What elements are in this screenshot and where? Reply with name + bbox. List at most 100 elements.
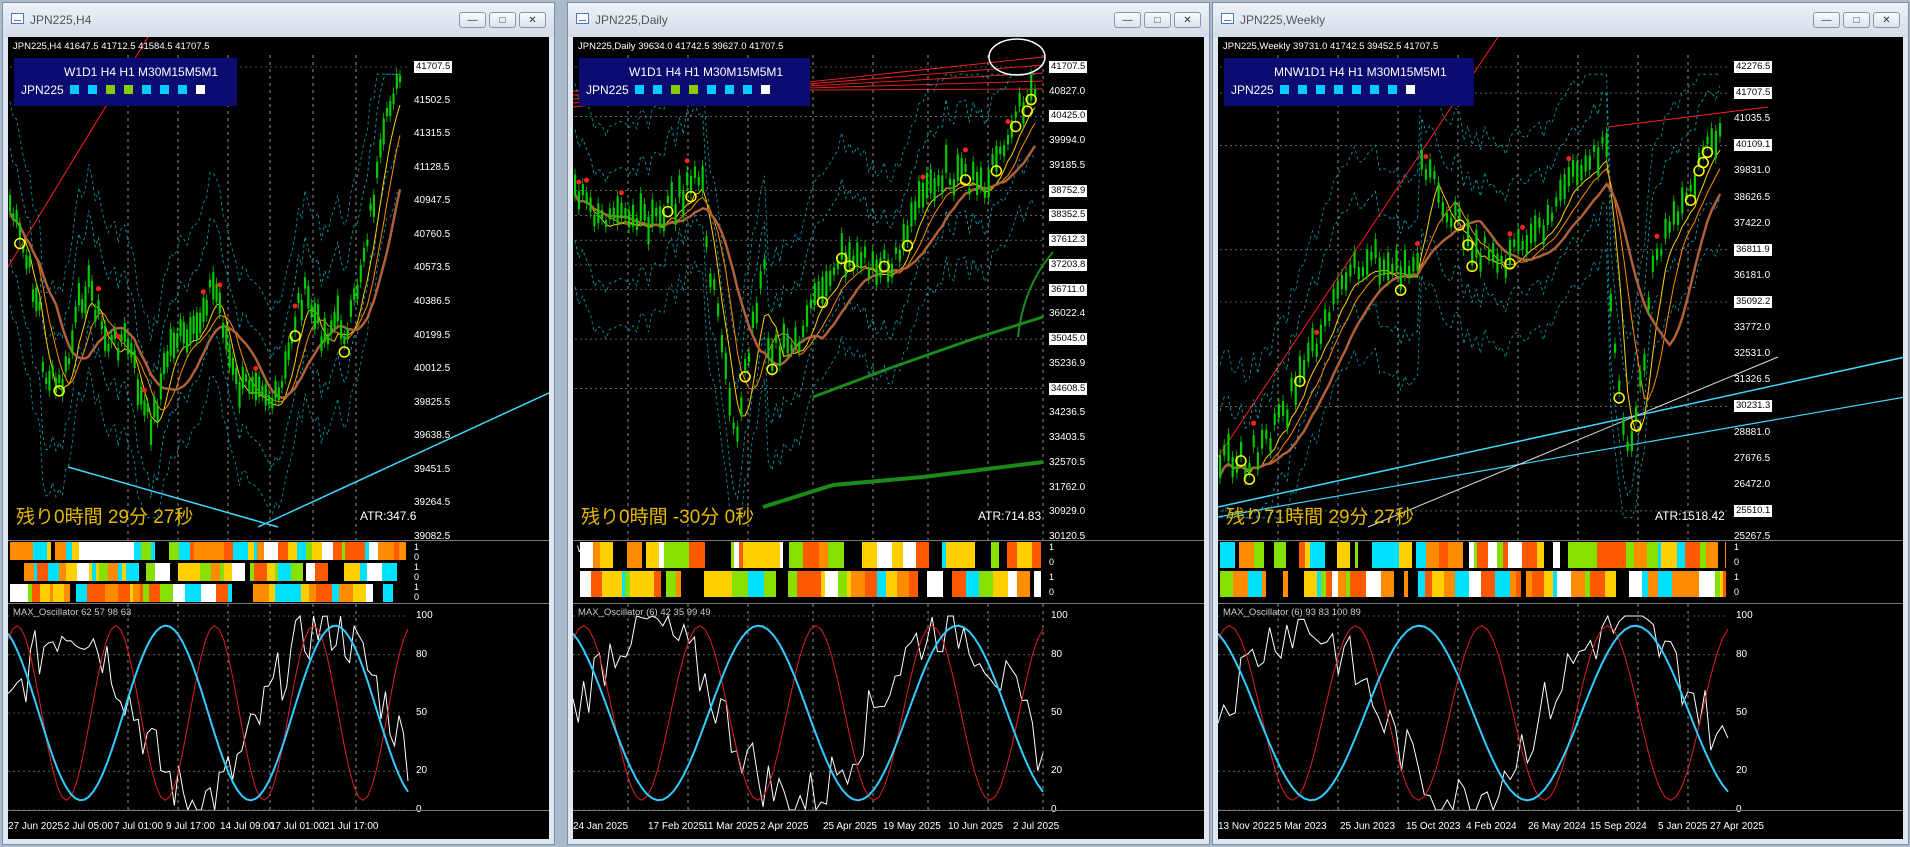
atr-value: ATR:714.83 <box>978 509 1042 523</box>
oscillator-chart[interactable] <box>573 604 1204 818</box>
strip-segment <box>731 542 734 568</box>
close-button[interactable]: ✕ <box>1174 12 1201 28</box>
strip-scale-label: 1 <box>1734 572 1740 582</box>
title-bar[interactable]: JPN225,Weekly — □ ✕ <box>1213 3 1908 37</box>
strip-segment <box>1495 571 1498 597</box>
maximize-button[interactable]: □ <box>1144 12 1171 28</box>
time-axis-label: 2 Jul 2025 <box>1013 821 1060 832</box>
strip-segment <box>264 542 278 560</box>
time-axis: 13 Nov 2022 5 Mar 2023 25 Jun 2023 15 Oct 2… <box>1218 810 1903 839</box>
time-axis-label: 27 Jun 2025 <box>8 821 64 832</box>
strip-segment <box>1706 542 1718 568</box>
time-axis-label: 27 Apr 2025 <box>1710 821 1764 832</box>
strip-segment <box>819 542 828 568</box>
timeframe-square <box>178 85 187 94</box>
strip-segment <box>105 584 118 602</box>
strip-segment <box>630 571 646 597</box>
oscillator-level-label: 20 <box>1736 765 1748 777</box>
price-axis-label: 41128.5 <box>414 161 450 173</box>
strip-segment <box>118 563 122 581</box>
strip-segment <box>269 584 275 602</box>
chart-area[interactable]: 41707.5 41502.5 41315.5 41128.5 40947.5 40760… <box>8 37 549 839</box>
strip-segment <box>1358 542 1372 568</box>
timeframe-square <box>160 85 169 94</box>
close-button[interactable]: ✕ <box>519 12 546 28</box>
strip-segment <box>716 542 731 568</box>
minimize-button[interactable]: — <box>459 12 486 28</box>
main-price-pane: 42276.5 41707.5 41035.5 40109.1 39831.0 38626… <box>1218 37 1903 542</box>
strip-segment <box>134 542 141 560</box>
strip-segment <box>89 563 92 581</box>
pivot-dot <box>1507 231 1513 237</box>
oscillator-chart[interactable] <box>8 604 549 818</box>
title-bar[interactable]: JPN225,H4 — □ ✕ <box>3 3 554 37</box>
strip-segment <box>328 563 344 581</box>
strip-segment <box>1605 571 1616 597</box>
price-axis-label: 34236.5 <box>1049 407 1086 419</box>
chart-window-weekly[interactable]: JPN225,Weekly — □ ✕ 42276.5 41707.5 41035.… <box>1212 2 1909 845</box>
close-button[interactable]: ✕ <box>1873 12 1900 28</box>
strip-scale-label: 0 <box>414 552 420 562</box>
price-chart[interactable] <box>1218 37 1903 540</box>
strip-segment <box>1444 571 1455 597</box>
chart-area[interactable]: 42276.5 41707.5 41035.5 40109.1 39831.0 38626… <box>1218 37 1903 839</box>
price-axis-label: 37203.8 <box>1049 258 1088 271</box>
strip-segment <box>979 571 993 597</box>
strip-segment <box>1521 571 1526 597</box>
strip-segment <box>248 542 254 560</box>
price-axis-label: 35045.0 <box>1049 333 1088 346</box>
oscillator-chart[interactable] <box>1218 604 1903 818</box>
chart-window-daily[interactable]: JPN225,Daily — □ ✕ 41707.5 40827.0 40425.0… <box>567 2 1210 845</box>
strip-segment <box>1642 571 1648 597</box>
panel-timeframes: W1D1 H4 H1 M30M15M5M1 <box>64 65 219 79</box>
strip-segment <box>366 584 373 602</box>
maximize-button[interactable]: □ <box>1843 12 1870 28</box>
strip-segment <box>303 563 306 581</box>
strip-segment <box>720 571 732 597</box>
price-axis-label: 40827.0 <box>1049 85 1086 97</box>
price-axis-label: 37612.3 <box>1049 234 1088 247</box>
strip-segment <box>1488 542 1497 568</box>
oscillator-level-label: 80 <box>416 648 428 660</box>
price-axis-label: 40109.1 <box>1734 139 1773 152</box>
strip-segment <box>1283 571 1288 597</box>
price-chart[interactable] <box>8 37 549 540</box>
timeframe-square <box>1370 85 1379 94</box>
strip-segment <box>360 563 367 581</box>
strip-segment <box>1658 571 1672 597</box>
oscillator-level-label: 80 <box>1736 648 1748 660</box>
strip-segment <box>821 571 825 597</box>
time-axis-label: 5 Mar 2023 <box>1276 821 1327 832</box>
strip-segment <box>1332 571 1338 597</box>
price-axis-label: 26472.0 <box>1734 478 1771 490</box>
panel-symbol: JPN225 <box>21 83 64 97</box>
strip-segment <box>215 542 224 560</box>
strip-segment <box>1388 542 1399 568</box>
maximize-button[interactable]: □ <box>489 12 516 28</box>
minimize-button[interactable]: — <box>1813 12 1840 28</box>
strip-segment <box>224 563 232 581</box>
price-axis-label: 39264.5 <box>414 497 451 509</box>
strip-scale-label: 0 <box>1049 587 1055 597</box>
symbol-header: JPN225,Weekly 39731.0 41742.5 39452.5 41… <box>1223 41 1439 52</box>
price-axis-label: 39831.0 <box>1734 165 1771 177</box>
strip-segment <box>886 571 897 597</box>
title-bar[interactable]: JPN225,Daily — □ ✕ <box>568 3 1209 37</box>
moving-average-line <box>1367 356 1779 528</box>
chart-window-h4[interactable]: JPN225,H4 — □ ✕ 41707.5 41502.5 41315.5 411… <box>2 2 555 845</box>
oscillator-level-label: 20 <box>1051 765 1063 777</box>
chart-area[interactable]: 41707.5 40827.0 40425.0 39994.0 39185.5 38752… <box>573 37 1204 839</box>
strip-segment <box>692 571 704 597</box>
timeframe-square <box>1334 85 1343 94</box>
strip-segment <box>1590 571 1605 597</box>
strip-segment <box>1571 571 1585 597</box>
price-chart[interactable] <box>573 37 1204 540</box>
strip-segment <box>1310 542 1325 568</box>
strip-scale-label: 1 <box>1049 542 1055 552</box>
strip-segment <box>297 542 306 560</box>
price-axis-label: 31326.5 <box>1734 374 1771 386</box>
pivot-dot <box>618 190 624 196</box>
strip-segment <box>1412 542 1416 568</box>
minimize-button[interactable]: — <box>1114 12 1141 28</box>
strip-segment <box>66 563 77 581</box>
